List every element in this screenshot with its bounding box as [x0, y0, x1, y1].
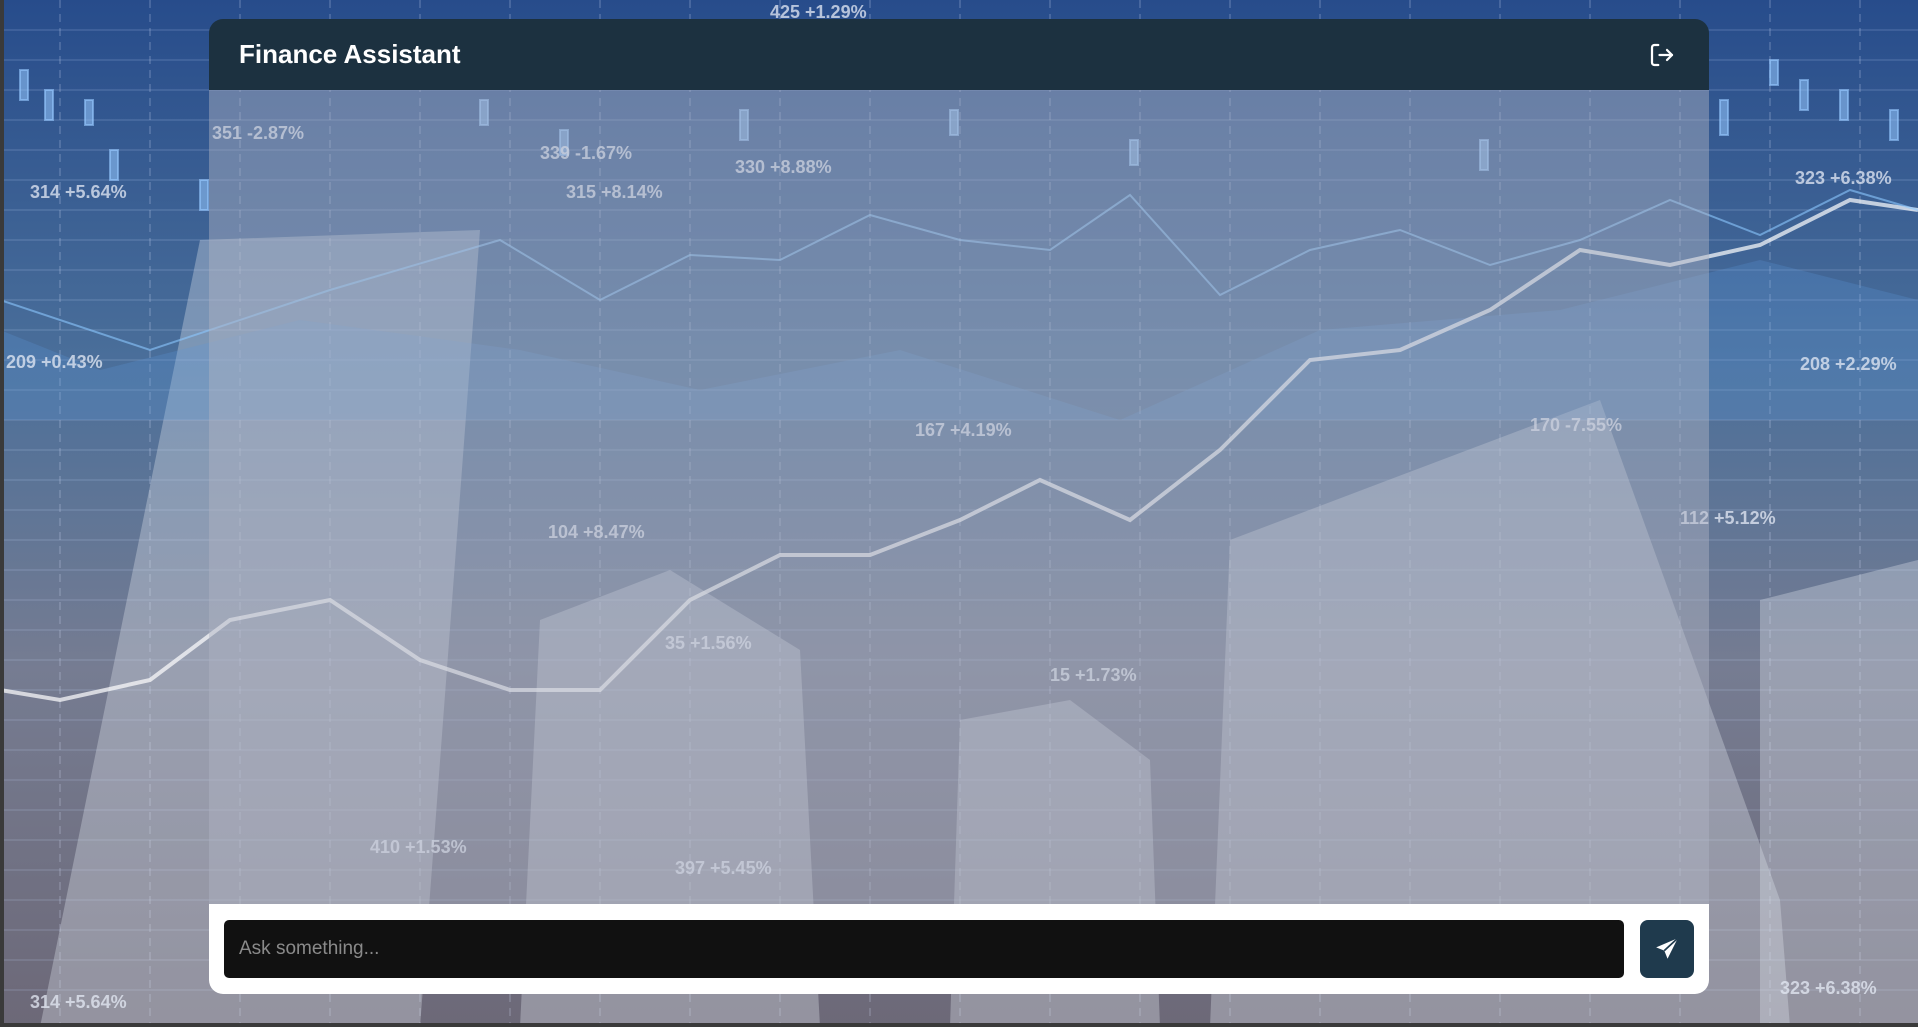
ask-input[interactable] [224, 920, 1624, 978]
bg-label: 208 +2.29% [1800, 354, 1897, 374]
bg-label: 323 +6.38% [1780, 978, 1877, 998]
logout-button[interactable] [1645, 38, 1679, 72]
window-edge-left [0, 0, 4, 1027]
chat-messages-area[interactable] [209, 90, 1709, 904]
chat-composer [209, 904, 1709, 994]
bg-label: 314 +5.64% [30, 182, 127, 202]
app-title: Finance Assistant [239, 39, 461, 69]
chat-panel: Finance Assistant [209, 19, 1709, 994]
bg-label: 323 +6.38% [1795, 168, 1892, 188]
bg-label: 209 +0.43% [6, 352, 103, 372]
bg-label: 314 +5.64% [30, 992, 127, 1012]
send-button[interactable] [1640, 920, 1694, 978]
chat-header: Finance Assistant [209, 19, 1709, 90]
window-edge-bottom [0, 1023, 1918, 1027]
paper-plane-icon [1656, 937, 1679, 959]
logout-icon [1650, 43, 1674, 66]
